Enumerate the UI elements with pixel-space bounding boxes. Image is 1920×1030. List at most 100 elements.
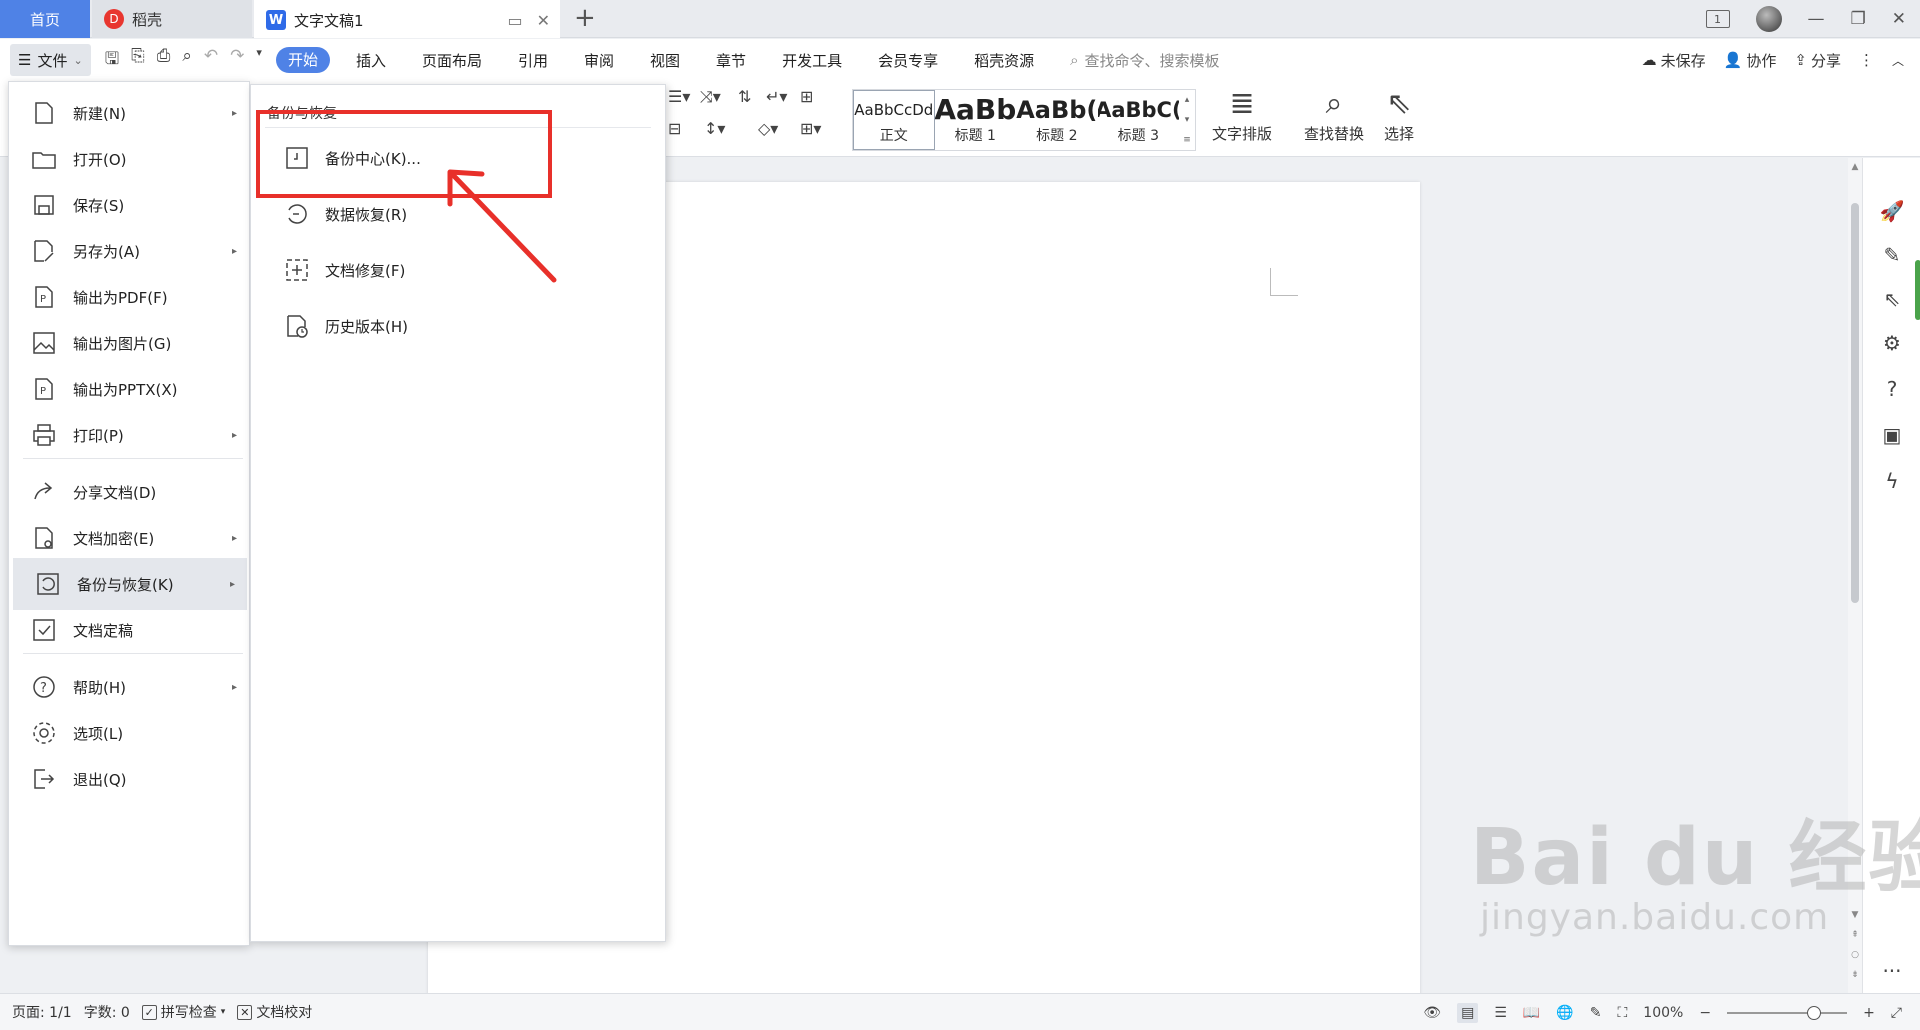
tab-chapter[interactable]: 章节: [698, 50, 764, 71]
print-preview-icon[interactable]: ⌕: [182, 46, 192, 75]
scrollbar-thumb[interactable]: [1851, 203, 1859, 603]
select-button[interactable]: ⇖ 选择: [1384, 87, 1414, 144]
tab-insert[interactable]: 插入: [338, 50, 404, 71]
borders-icon[interactable]: ⊞▾: [800, 119, 821, 138]
file-menu-item-save-as[interactable]: 另存为(A) ▸: [9, 225, 249, 277]
lightning-icon[interactable]: ϟ: [1879, 468, 1905, 494]
style-heading-3[interactable]: AaBbC( 标题 3: [1098, 90, 1180, 150]
tab-member[interactable]: 会员专享: [860, 50, 956, 71]
word-count[interactable]: 字数: 0: [84, 1002, 130, 1022]
command-search[interactable]: ⌕ 查找命令、搜索模板: [1070, 50, 1219, 71]
fullscreen-icon[interactable]: ⤢: [1891, 1005, 1902, 1021]
zoom-in-icon[interactable]: +: [1863, 1005, 1875, 1021]
tab-references[interactable]: 引用: [500, 50, 566, 71]
select-browse-icon[interactable]: ○: [1848, 950, 1862, 960]
file-menu-item-save[interactable]: 保存(S): [9, 179, 249, 231]
zoom-slider[interactable]: [1727, 1005, 1848, 1020]
image-tool-icon[interactable]: ▣: [1879, 422, 1905, 448]
tab-view[interactable]: 视图: [632, 50, 698, 71]
submenu-item-data-recovery[interactable]: 数据恢复(R): [283, 194, 407, 234]
close-tab-icon[interactable]: ✕: [537, 11, 550, 30]
tab-home[interactable]: 首页: [0, 0, 90, 38]
write-mode-icon[interactable]: ✎: [1590, 1005, 1602, 1021]
style-normal[interactable]: AaBbCcDd 正文: [853, 90, 935, 150]
undo-icon[interactable]: ↶: [204, 46, 218, 75]
reading-view-icon[interactable]: 📖: [1523, 1005, 1540, 1021]
unsaved-button[interactable]: ☁ 未保存: [1642, 50, 1706, 71]
tab-document[interactable]: W 文字文稿1 ▭ ✕: [254, 0, 560, 38]
zoom-level[interactable]: 100%: [1643, 1005, 1683, 1021]
pen-icon[interactable]: ✎: [1879, 242, 1905, 268]
side-panel-handle[interactable]: [1915, 260, 1920, 320]
restore-icon[interactable]: ❐: [1851, 9, 1866, 29]
style-heading-1[interactable]: AaBb 标题 1: [935, 90, 1017, 150]
tab-ruler-icon[interactable]: ⊞: [800, 87, 813, 106]
text-layout-button[interactable]: ≣ 文字排版: [1212, 87, 1272, 144]
style-heading-2[interactable]: AaBb( 标题 2: [1016, 90, 1098, 150]
outline-view-icon[interactable]: ☰: [1494, 1005, 1507, 1021]
file-menu-item-options[interactable]: 选项(L): [9, 707, 249, 759]
avatar[interactable]: [1755, 6, 1782, 32]
file-menu-item-finalize[interactable]: 文档定稿: [9, 604, 249, 656]
file-menu-item-share[interactable]: 分享文档(D): [9, 466, 249, 518]
collab-button[interactable]: 👤 协作: [1724, 50, 1777, 71]
quick-save-icon[interactable]: 🖫: [105, 46, 119, 75]
rocket-icon[interactable]: 🚀: [1879, 198, 1905, 224]
fit-page-icon[interactable]: ⛶: [1617, 1005, 1627, 1021]
submenu-item-history[interactable]: 历史版本(H): [283, 306, 408, 346]
window-count-badge[interactable]: 1: [1705, 10, 1730, 28]
tab-start[interactable]: 开始: [275, 47, 330, 73]
find-replace-button[interactable]: ⌕ 查找替换: [1304, 87, 1364, 144]
shading-icon[interactable]: ◇▾: [758, 119, 778, 138]
file-menu-item-open[interactable]: 打开(O): [9, 133, 249, 185]
file-menu-item-export-image[interactable]: 输出为图片(G): [9, 317, 249, 369]
paragraph-sort-icon[interactable]: ☰▾: [668, 87, 690, 106]
tab-daoke[interactable]: D 稻壳: [92, 0, 252, 38]
file-menu-item-export-pdf[interactable]: P 输出为PDF(F): [9, 271, 249, 323]
file-menu-item-new[interactable]: 新建(N) ▸: [9, 87, 249, 139]
file-menu-button[interactable]: ☰ 文件 ⌄: [10, 44, 91, 76]
collapse-ribbon-icon[interactable]: ︿: [1892, 52, 1904, 69]
pointer-icon[interactable]: ⇖: [1879, 286, 1905, 312]
help-circle-icon[interactable]: ?: [1879, 376, 1905, 402]
more-dots-icon[interactable]: ···: [1879, 958, 1905, 984]
spell-check-button[interactable]: ✓ 拼写检查 ▾: [141, 1002, 225, 1022]
distribute-icon[interactable]: ⊟: [668, 119, 681, 138]
styles-more-icon[interactable]: ≡: [1183, 135, 1191, 145]
file-menu-item-backup[interactable]: 备份与恢复(K) ▸: [13, 558, 247, 610]
styles-down-icon[interactable]: ▾: [1185, 115, 1190, 125]
quick-export-icon[interactable]: ⎘: [131, 46, 145, 75]
close-window-icon[interactable]: ✕: [1892, 9, 1906, 29]
new-tab-button[interactable]: +: [574, 5, 596, 31]
file-menu-item-help[interactable]: ? 帮助(H) ▸: [9, 661, 249, 713]
show-marks-icon[interactable]: ↵▾: [766, 87, 787, 106]
doc-proof-button[interactable]: ✕ 文档校对: [237, 1002, 312, 1022]
styles-up-icon[interactable]: ▴: [1185, 95, 1190, 105]
line-spacing-icon[interactable]: ↕▾: [704, 119, 725, 138]
sort-icon[interactable]: ⇅: [738, 87, 751, 106]
file-menu-item-export-pptx[interactable]: P 输出为PPTX(X): [9, 363, 249, 415]
customize-toolbar-icon[interactable]: ▾: [256, 46, 262, 75]
file-menu-item-encrypt[interactable]: 文档加密(E) ▸: [9, 512, 249, 564]
quick-print-icon[interactable]: ⎙: [157, 46, 171, 75]
tab-daoke-resources[interactable]: 稻壳资源: [956, 50, 1052, 71]
tab-developer[interactable]: 开发工具: [764, 50, 860, 71]
scroll-up-icon[interactable]: ▲: [1848, 162, 1862, 172]
chinese-layout-icon[interactable]: ⤨▾: [700, 87, 721, 107]
share-button[interactable]: ⇪ 分享: [1794, 50, 1841, 71]
tab-page-layout[interactable]: 页面布局: [404, 50, 500, 71]
page-view-icon[interactable]: ▤: [1457, 1002, 1479, 1023]
submenu-item-doc-repair[interactable]: 文档修复(F): [283, 250, 405, 290]
tab-review[interactable]: 审阅: [566, 50, 632, 71]
pin-window-icon[interactable]: ▭: [507, 11, 522, 30]
file-menu-item-exit[interactable]: 退出(Q): [9, 753, 249, 805]
redo-icon[interactable]: ↷: [230, 46, 244, 75]
file-menu-item-print[interactable]: 打印(P) ▸: [9, 409, 249, 461]
zoom-slider-knob[interactable]: [1807, 1005, 1822, 1020]
eye-protection-icon[interactable]: 👁: [1423, 1005, 1441, 1021]
zoom-out-icon[interactable]: −: [1699, 1005, 1711, 1021]
next-page-icon[interactable]: ⇟: [1848, 970, 1862, 980]
page-indicator[interactable]: 页面: 1/1: [12, 1002, 72, 1022]
more-icon[interactable]: ⋮: [1859, 51, 1874, 69]
adjust-icon[interactable]: ⚙: [1879, 330, 1905, 356]
